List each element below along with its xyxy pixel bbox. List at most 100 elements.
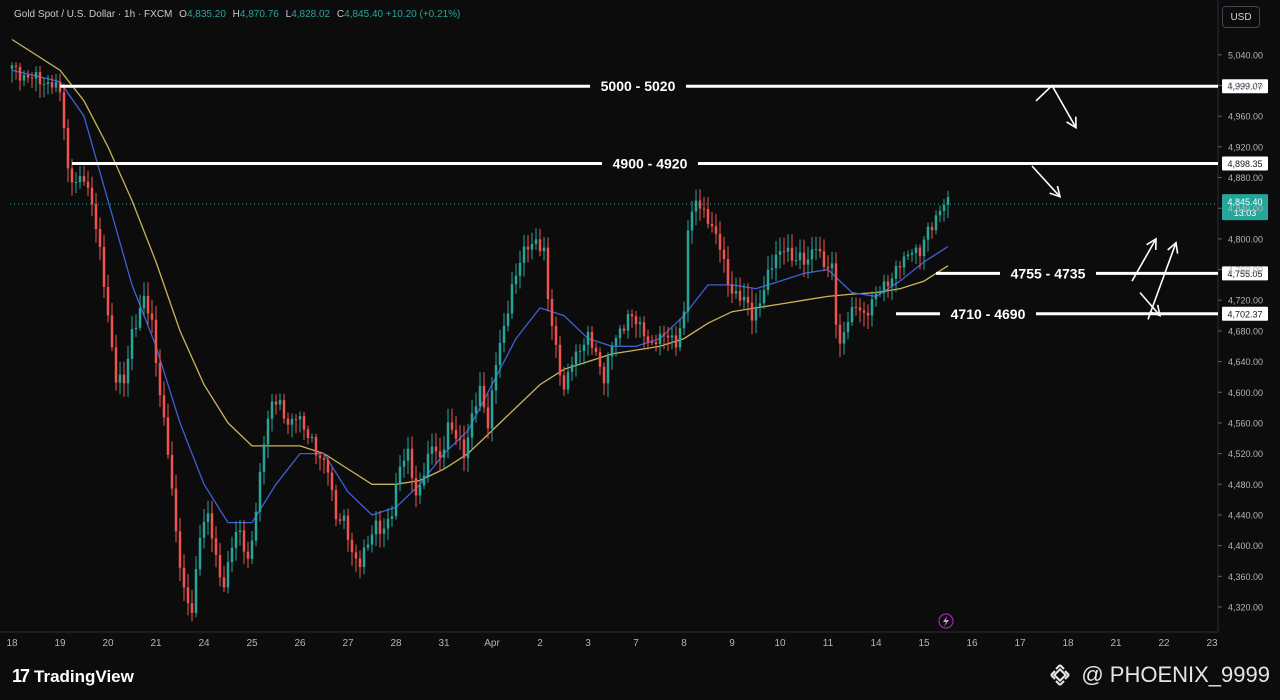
- candle-body: [86, 181, 90, 188]
- candle-body: [614, 338, 618, 346]
- candle-body: [506, 313, 510, 326]
- candle-body: [750, 302, 754, 321]
- level-price-badge-label: 4,702.37: [1227, 309, 1262, 319]
- candle-body: [326, 459, 330, 473]
- candle-body: [82, 176, 86, 182]
- candle-body: [806, 259, 810, 265]
- candle-body: [210, 513, 214, 539]
- candle-body: [790, 247, 794, 261]
- level-zone-label: 4900 - 4920: [613, 155, 688, 171]
- candle-body: [718, 233, 722, 250]
- time-tick-label: 16: [966, 638, 978, 649]
- candle-body: [706, 208, 710, 224]
- time-tick-label: 20: [102, 638, 114, 649]
- time-tick-label: 18: [6, 638, 18, 649]
- candle-body: [266, 418, 270, 445]
- candle-body: [74, 181, 78, 183]
- candle-body: [894, 266, 898, 279]
- candle-body: [158, 362, 162, 396]
- candle-body: [142, 295, 146, 309]
- level-zone-label: 4755 - 4735: [1011, 265, 1086, 281]
- candle-body: [918, 247, 922, 257]
- price-tick-label: 4,840.00: [1228, 204, 1263, 214]
- time-tick-label: Apr: [484, 638, 500, 649]
- currency-button[interactable]: USD: [1222, 6, 1260, 28]
- price-chart[interactable]: 5000 - 5020 4,999.074900 - 4920 4,898.3547…: [0, 0, 1280, 655]
- time-tick-label: 25: [246, 638, 258, 649]
- candle-body: [906, 254, 910, 257]
- tradingview-icon: 17: [12, 666, 30, 686]
- candle-body: [882, 281, 886, 294]
- candle-body: [898, 266, 902, 268]
- low-value: 4,828.02: [291, 9, 331, 20]
- candle-body: [22, 74, 26, 81]
- candle-body: [938, 210, 942, 216]
- open-value: 4,835.20: [186, 9, 226, 20]
- price-tick-label: 4,720.00: [1228, 296, 1263, 306]
- time-tick-label: 23: [1206, 638, 1218, 649]
- candle-body: [26, 74, 30, 78]
- time-tick-label: 27: [342, 638, 354, 649]
- candle-body: [442, 449, 446, 458]
- candle-body: [406, 448, 410, 461]
- price-tick-label: 4,560.00: [1228, 418, 1263, 428]
- candle-body: [590, 331, 594, 348]
- candle-body: [218, 554, 222, 578]
- price-tick-label: 4,880.00: [1228, 173, 1263, 183]
- time-tick-label: 2: [537, 638, 543, 649]
- candle-body: [106, 287, 110, 316]
- candle-body: [170, 455, 174, 489]
- tradingview-logo[interactable]: 17 TradingView: [12, 666, 134, 687]
- candle-body: [766, 269, 770, 290]
- candle-body: [602, 366, 606, 384]
- candle-body: [934, 215, 938, 231]
- candle-body: [54, 81, 58, 88]
- candle-body: [634, 316, 638, 325]
- level-zone-label: 4710 - 4690: [951, 306, 1026, 322]
- candle-body: [782, 251, 786, 253]
- candle-body: [346, 515, 350, 540]
- close-value: 4,845.40: [344, 9, 384, 20]
- candle-body: [194, 569, 198, 613]
- candle-body: [458, 438, 462, 440]
- candle-body: [574, 351, 578, 365]
- candle-body: [854, 306, 858, 308]
- candle-body: [94, 204, 98, 230]
- candle-body: [426, 453, 430, 476]
- candle-body: [650, 341, 654, 343]
- candle-body: [430, 446, 434, 454]
- candle-body: [530, 243, 534, 250]
- candle-body: [754, 306, 758, 321]
- candle-body: [330, 472, 334, 491]
- candle-body: [738, 290, 742, 301]
- candle-body: [334, 490, 338, 520]
- candle-body: [162, 395, 166, 418]
- candle-body: [710, 223, 714, 227]
- candle-body: [70, 168, 74, 183]
- candle-body: [538, 239, 542, 252]
- time-tick-label: 22: [1158, 638, 1170, 649]
- candle-body: [746, 296, 750, 303]
- candle-body: [234, 531, 238, 548]
- candle-body: [338, 519, 342, 521]
- candle-body: [890, 278, 894, 287]
- candle-body: [182, 567, 186, 588]
- candle-body: [798, 252, 802, 260]
- candle-body: [786, 247, 790, 252]
- candle-body: [578, 350, 582, 352]
- candle-body: [122, 374, 126, 384]
- candle-body: [630, 314, 634, 317]
- candle-body: [298, 416, 302, 420]
- candle-body: [534, 239, 538, 244]
- candle-body: [150, 313, 154, 320]
- candle-body: [222, 577, 226, 588]
- candle-body: [370, 534, 374, 545]
- candle-body: [682, 311, 686, 329]
- candle-body: [886, 281, 890, 287]
- candle-body: [862, 310, 866, 313]
- candle-body: [942, 204, 946, 211]
- candle-body: [394, 483, 398, 517]
- candle-body: [526, 246, 530, 250]
- candle-body: [802, 252, 806, 265]
- candle-body: [922, 239, 926, 257]
